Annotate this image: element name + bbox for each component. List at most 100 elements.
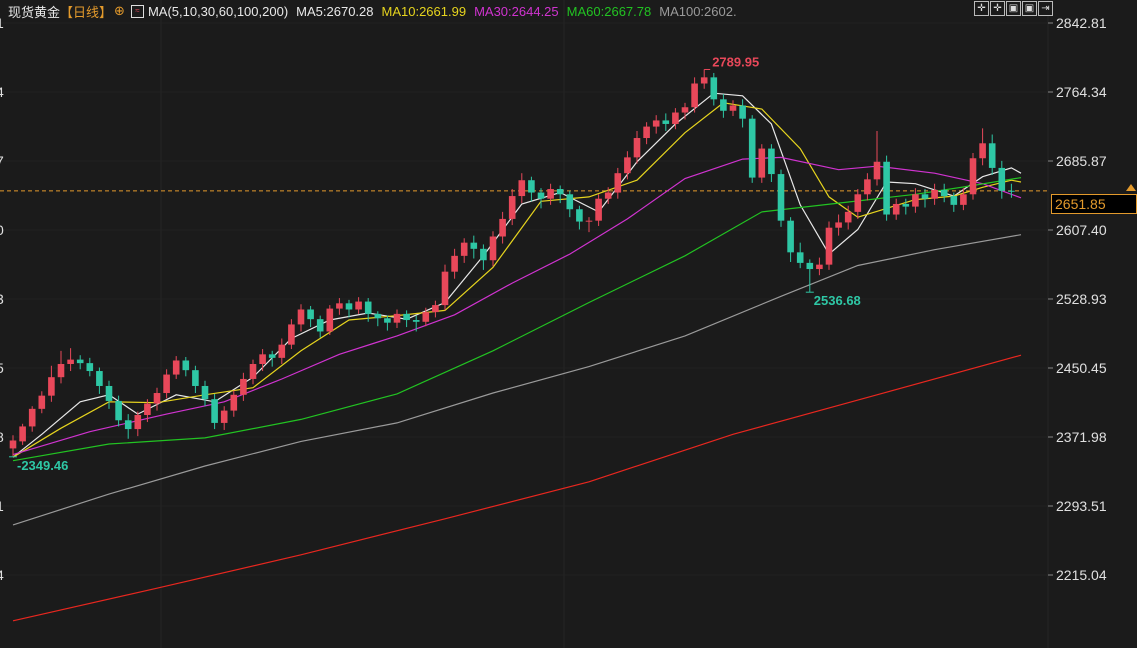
candle xyxy=(96,367,103,394)
candlestick-chart[interactable]: 2789.95 2536.68 -2349.46 2842.81 2764.34 268… xyxy=(0,0,1137,648)
candle-body xyxy=(537,192,545,199)
candle-body xyxy=(662,120,670,124)
ma60-line xyxy=(12,177,1022,462)
symbol-name: 现货黄金 xyxy=(8,4,61,20)
candle-body xyxy=(604,192,612,199)
candle-body xyxy=(614,173,622,193)
candle-body xyxy=(182,360,190,371)
candle-body xyxy=(710,77,718,100)
candle xyxy=(441,264,449,311)
candle xyxy=(854,189,862,219)
candle xyxy=(998,160,1006,199)
candle-body xyxy=(768,148,775,175)
candle-body xyxy=(67,359,74,365)
candle-body xyxy=(393,313,401,323)
candle xyxy=(883,155,890,221)
candle xyxy=(307,305,314,328)
candle xyxy=(57,350,65,384)
candle xyxy=(163,369,170,399)
candle xyxy=(451,248,458,279)
candle-body xyxy=(422,312,430,322)
candle-body xyxy=(480,248,487,261)
candle-body xyxy=(19,426,26,442)
low-price-label: 2536.68 xyxy=(814,293,861,308)
period-label[interactable]: 【日线】 xyxy=(60,2,112,21)
candle xyxy=(556,185,564,204)
candle-body xyxy=(441,271,449,306)
candle-body xyxy=(508,196,516,219)
axis-tick-label: 2607.40 xyxy=(1056,222,1107,238)
ma100-value: MA100:2602. xyxy=(659,3,737,19)
crosshair-icon[interactable]: ✛ xyxy=(974,1,989,16)
low-price-label: -2349.46 xyxy=(17,458,68,473)
candle-body xyxy=(681,107,689,113)
candle-body xyxy=(691,83,698,108)
candle-body xyxy=(115,400,122,421)
candle xyxy=(336,298,343,315)
candle xyxy=(988,134,996,175)
candle-body xyxy=(892,203,900,215)
pane-icon[interactable]: ▣ xyxy=(1006,1,1021,16)
candle-body xyxy=(163,374,170,394)
candle xyxy=(787,217,794,263)
candle xyxy=(825,221,833,270)
candle-body xyxy=(864,179,871,195)
candle xyxy=(384,315,391,331)
candle xyxy=(192,365,199,394)
candle-body xyxy=(345,303,353,310)
candle xyxy=(643,122,650,145)
candle-body xyxy=(374,313,382,319)
candle-body xyxy=(297,309,305,325)
candle xyxy=(278,338,286,365)
candle xyxy=(460,238,468,263)
candle-body xyxy=(403,313,410,321)
candle-body xyxy=(940,189,948,197)
add-indicator-icon[interactable]: ⊕ xyxy=(114,3,125,19)
high-price-label: 2789.95 xyxy=(712,54,759,69)
candle-body xyxy=(844,211,852,223)
candle xyxy=(806,259,814,292)
candle xyxy=(230,390,238,417)
candle-body xyxy=(307,309,314,320)
candle-body xyxy=(921,194,929,199)
crosshair-alt-icon[interactable]: ✛ xyxy=(990,1,1005,16)
left-axis-partial-label: 1 xyxy=(0,498,4,514)
candle xyxy=(9,435,17,457)
axis-tick-label: 2764.34 xyxy=(1056,84,1107,100)
price-annotation: 2536.68 xyxy=(805,291,861,308)
candle xyxy=(220,406,228,430)
candle xyxy=(288,319,295,350)
candle xyxy=(172,356,180,379)
candle xyxy=(864,173,871,201)
candle xyxy=(28,406,36,432)
candle-body xyxy=(259,354,266,365)
candle xyxy=(624,151,631,180)
candle-body xyxy=(624,157,631,174)
candle xyxy=(393,309,401,328)
candle xyxy=(979,128,986,166)
candle xyxy=(912,188,919,213)
ma10-value: MA10:2661.99 xyxy=(381,3,467,19)
candle-body xyxy=(518,180,526,197)
exit-icon[interactable]: ⇥ xyxy=(1038,1,1053,16)
candle-body xyxy=(96,371,103,386)
candle-body xyxy=(124,420,132,430)
ma5-line xyxy=(12,92,1022,458)
candle xyxy=(748,115,756,183)
candle-body xyxy=(950,196,958,205)
candle-body xyxy=(76,359,84,364)
candle-body xyxy=(816,264,823,270)
axis-tick-label: 2450.45 xyxy=(1056,360,1107,376)
candle-body xyxy=(57,364,65,378)
candle-body xyxy=(249,364,257,379)
pane-alt-icon[interactable]: ▣ xyxy=(1022,1,1037,16)
axis-tick-label: 2371.98 xyxy=(1056,429,1107,445)
ma-indicator-icon[interactable]: ≈ xyxy=(130,4,144,18)
candle-body xyxy=(912,194,919,207)
left-axis-partial-label: 1 xyxy=(0,15,4,31)
candle-body xyxy=(633,138,641,158)
candle-body xyxy=(172,360,180,375)
candle xyxy=(940,183,948,203)
candle xyxy=(105,380,113,409)
candle-body xyxy=(86,363,94,372)
